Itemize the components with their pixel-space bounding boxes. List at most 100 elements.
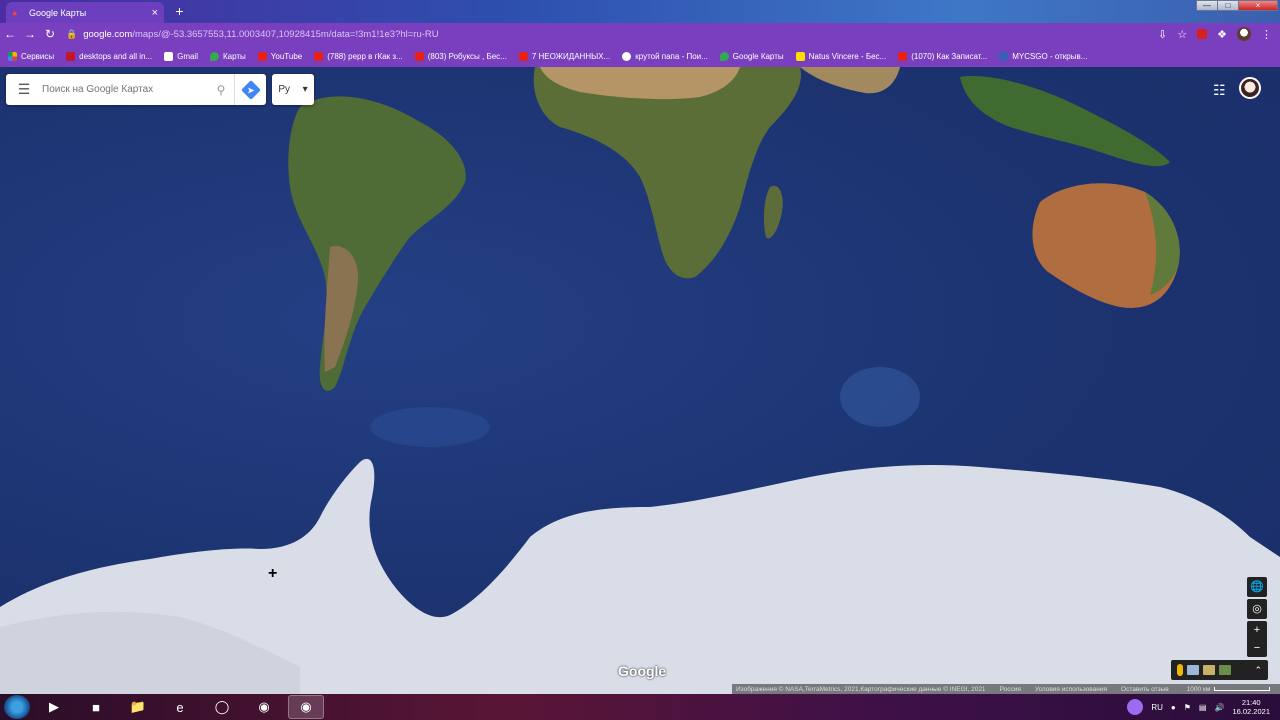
network-icon[interactable]: ▤ (1199, 703, 1207, 712)
tab-title: Google Карты (29, 7, 87, 18)
minimize-icon[interactable]: — (1196, 0, 1218, 11)
google-apps-icon[interactable]: ☷ (1213, 82, 1226, 99)
country-link[interactable]: Россия (1000, 686, 1021, 693)
alice-assistant-icon[interactable] (1127, 699, 1144, 715)
layer-dropdown[interactable]: Ру ▾ (272, 74, 314, 105)
bookmark-item[interactable]: крутой папа - Пои... (622, 51, 708, 61)
close-window-icon[interactable]: × (1238, 0, 1278, 11)
bookmark-g-icon (164, 51, 174, 61)
bookmark-grid-icon (8, 51, 17, 61)
bookmark-pin-icon (719, 51, 729, 61)
scale-bar[interactable]: 1000 км (1187, 686, 1271, 693)
bookmark-item[interactable]: (803) Робуксы , Бес... (414, 51, 507, 61)
maximize-icon[interactable]: □ (1217, 0, 1239, 11)
back-icon[interactable]: ← (0, 27, 20, 41)
browser-toolbar: ← → ↻ 🔒 google.com/maps/@-53.3657553,11.… (0, 23, 1280, 45)
language-indicator[interactable]: RU (1151, 703, 1163, 712)
account-avatar[interactable] (1239, 77, 1261, 99)
lock-icon: 🔒 (66, 28, 78, 39)
file-explorer-icon[interactable]: 📁 (120, 695, 156, 719)
bookmark-goo-icon (622, 51, 632, 61)
terms-link[interactable]: Условия использования (1035, 686, 1107, 693)
google-logo: Google (618, 663, 667, 679)
bookmark-pin-icon (209, 51, 219, 61)
roblox-icon[interactable]: ■ (78, 695, 114, 719)
dropdown-arrow-icon: ▾ (302, 84, 308, 95)
maps-favicon-icon: ● (12, 7, 18, 18)
more-menu-icon[interactable]: ⋮ (1261, 28, 1272, 41)
zoom-in-icon[interactable]: + (1247, 621, 1267, 639)
bookmarks-bar: Сервисы desktops and all in... Gmail Карты Y… (0, 45, 1280, 67)
satellite-imagery (0, 67, 1280, 694)
windows-taskbar: ▶ ■ 📁 e ◯ ◉ ◉ RU ● ⚑ ▤ 🔊 21:40 16.02.202… (0, 694, 1280, 720)
internet-explorer-icon[interactable]: e (162, 695, 198, 719)
bookmark-label: desktops and all in... (79, 51, 153, 61)
system-tray: RU ● ⚑ ▤ 🔊 21:40 16.02.2021 (1127, 698, 1270, 716)
imagery-thumb-2[interactable] (1203, 665, 1215, 675)
expand-up-icon[interactable]: ⌃ (1254, 665, 1262, 676)
bookmark-label: крутой папа - Пои... (635, 51, 708, 61)
clock-date: 16.02.2021 (1232, 707, 1270, 716)
bookmark-item[interactable]: Gmail (164, 51, 198, 61)
reload-icon[interactable]: ↻ (40, 27, 60, 41)
my-location-icon[interactable]: ◎ (1247, 599, 1267, 619)
zoom-controls: + − (1247, 621, 1267, 657)
satellite-map[interactable]: ☰ ⚲ ➤ Ру ▾ ☷ + Google 🌐 ◎ + − ⌃ Изображе… (0, 67, 1280, 694)
install-icon[interactable]: ⇩ (1158, 28, 1167, 41)
search-input[interactable] (42, 84, 208, 95)
bookmark-label: YouTube (270, 51, 303, 61)
browser-tab[interactable]: ● Google Карты × (6, 2, 164, 23)
bookmark-csgo-icon (999, 51, 1009, 61)
street-view-bar: ⌃ (1171, 660, 1268, 680)
bookmark-item[interactable]: desktops and all in... (66, 51, 153, 61)
globe-view-icon[interactable]: 🌐 (1247, 577, 1267, 597)
new-tab-button[interactable]: + (171, 4, 188, 19)
clock[interactable]: 21:40 16.02.2021 (1232, 698, 1270, 716)
bookmark-item[interactable]: YouTube (257, 51, 303, 61)
volume-icon[interactable]: 🔊 (1214, 703, 1224, 712)
bookmark-label: 7 НЕОЖИДАННЫХ... (531, 51, 611, 61)
feedback-link[interactable]: Оставить отзыв (1121, 686, 1169, 693)
url-host: google.com (83, 28, 133, 40)
close-tab-icon[interactable]: × (152, 7, 158, 19)
chrome-icon[interactable]: ◉ (288, 695, 324, 719)
bookmark-label: (788) рерр в гКак з... (327, 51, 403, 61)
bookmark-label: (803) Робуксы , Бес... (427, 51, 507, 61)
tray-app-icon[interactable]: ● (1171, 703, 1176, 712)
bookmark-item[interactable]: (1070) Как Записат... (898, 51, 987, 61)
address-bar[interactable]: 🔒 google.com/maps/@-53.3657553,11.000340… (66, 25, 1158, 43)
bookmark-item[interactable]: Сервисы (8, 51, 54, 61)
bookmark-item[interactable]: 7 НЕОЖИДАННЫХ... (518, 51, 611, 61)
obs-icon[interactable]: ◉ (246, 695, 282, 719)
bookmark-yt-icon (314, 51, 324, 61)
bookmark-item[interactable]: MYCSGO - открыв... (999, 51, 1087, 61)
bookmark-label: Google Карты (732, 51, 784, 61)
bookmark-item[interactable]: (788) рерр в гКак з... (314, 51, 403, 61)
start-button[interactable] (4, 695, 30, 719)
crosshair-cursor-icon: + (268, 565, 278, 582)
map-attribution: Изображения © NASA,TerraMetrics, 2021,Ка… (732, 684, 1280, 694)
imagery-thumb-1[interactable] (1187, 665, 1199, 675)
star-icon[interactable]: ☆ (1177, 28, 1187, 41)
menu-icon[interactable]: ☰ (6, 81, 42, 98)
extension-red-icon[interactable] (1197, 29, 1208, 39)
forward-icon[interactable]: → (20, 27, 40, 41)
extensions-puzzle-icon[interactable]: ❖ (1217, 28, 1227, 41)
purple-app-icon[interactable]: ◯ (204, 695, 240, 719)
bookmark-item[interactable]: Natus Vincere - Бес... (795, 51, 886, 61)
bookmark-item[interactable]: Google Карты (719, 51, 784, 61)
bookmark-item[interactable]: Карты (209, 51, 246, 61)
imagery-thumb-3[interactable] (1219, 665, 1231, 675)
profile-avatar[interactable] (1237, 27, 1251, 41)
media-player-icon[interactable]: ▶ (36, 695, 72, 719)
search-icon[interactable]: ⚲ (208, 83, 234, 97)
pegman-icon[interactable] (1177, 664, 1183, 676)
bookmark-yt-icon (257, 51, 267, 61)
directions-button[interactable]: ➤ (234, 74, 266, 105)
bookmark-yt-icon (518, 51, 528, 61)
layer-label: Ру (278, 84, 290, 95)
zoom-out-icon[interactable]: − (1247, 639, 1267, 657)
window-controls: — □ × (1196, 0, 1278, 11)
map-controls: 🌐 ◎ + − (1247, 577, 1267, 659)
action-center-flag-icon[interactable]: ⚑ (1184, 703, 1191, 712)
